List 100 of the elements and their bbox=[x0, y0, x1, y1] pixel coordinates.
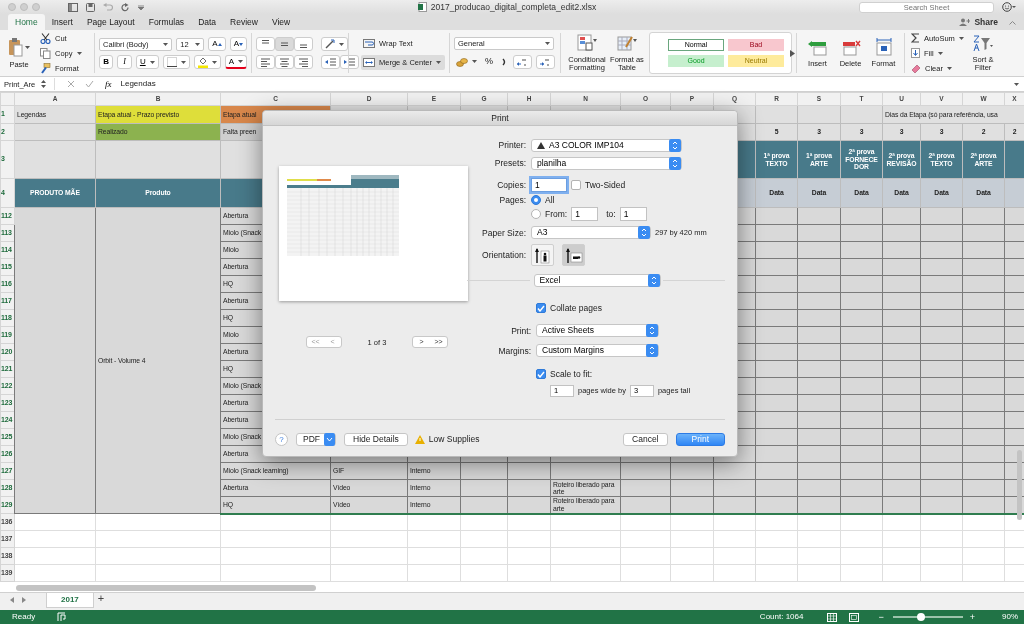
align-bottom-button[interactable] bbox=[294, 37, 313, 51]
pdf-menu-button[interactable]: PDF bbox=[296, 433, 336, 446]
radio-label: From: bbox=[545, 209, 568, 220]
ribbon-tab[interactable]: Data bbox=[191, 14, 224, 30]
fill-color-button[interactable] bbox=[193, 55, 221, 69]
caret-icon[interactable] bbox=[946, 66, 952, 70]
record-macro-icon[interactable] bbox=[57, 612, 67, 622]
redo-icon[interactable] bbox=[121, 2, 130, 12]
copies-field[interactable]: 1 bbox=[531, 178, 567, 192]
low-supplies-text: Low Supplies bbox=[428, 434, 480, 445]
caret-icon[interactable] bbox=[195, 42, 201, 46]
section-dropdown[interactable]: Excel bbox=[533, 274, 661, 288]
checkbox[interactable] bbox=[571, 180, 581, 190]
share-button[interactable]: Share bbox=[956, 15, 1001, 29]
caret-icon[interactable] bbox=[211, 60, 217, 64]
scrollbar-thumb[interactable] bbox=[1017, 450, 1022, 520]
landscape-page-icon bbox=[564, 246, 583, 264]
help-button[interactable]: ? bbox=[275, 433, 288, 446]
coins-icon bbox=[456, 56, 468, 67]
caret-icon[interactable] bbox=[238, 60, 243, 63]
sidebar-icon[interactable] bbox=[68, 2, 78, 12]
ribbon-tab[interactable]: Review bbox=[223, 14, 265, 30]
radio-button[interactable] bbox=[531, 209, 541, 220]
down-caret-icon bbox=[239, 42, 243, 46]
cancel-button[interactable]: Cancel bbox=[623, 433, 668, 446]
add-sheet-button[interactable]: + bbox=[93, 593, 109, 604]
gallery-more-icon[interactable] bbox=[790, 49, 795, 57]
formula-field[interactable]: Legendas bbox=[120, 79, 1014, 89]
ribbon-tab[interactable]: View bbox=[264, 14, 298, 30]
caret-icon[interactable] bbox=[149, 60, 155, 64]
check-icon[interactable] bbox=[85, 80, 94, 88]
sigma-icon bbox=[911, 33, 920, 43]
ribbon-tab[interactable]: Home bbox=[8, 14, 45, 30]
ribbon-tab[interactable]: Page Layout bbox=[79, 14, 142, 30]
font-color-button[interactable]: A bbox=[224, 55, 247, 69]
caret-icon[interactable] bbox=[937, 51, 943, 55]
radio-button[interactable] bbox=[531, 195, 541, 206]
zoom-slider-handle[interactable] bbox=[916, 613, 925, 621]
hide-details-button[interactable]: Hide Details bbox=[344, 433, 408, 446]
page-layout-view-icon[interactable] bbox=[849, 612, 860, 622]
zoom-out-button[interactable]: − bbox=[875, 612, 887, 622]
checkbox-label: Two-Sided bbox=[585, 179, 626, 191]
ribbon-tab[interactable]: Formulas bbox=[141, 14, 192, 30]
increase-decimal-icon bbox=[517, 56, 528, 67]
caret-icon[interactable] bbox=[163, 42, 169, 46]
conditional-formatting-icon bbox=[577, 33, 597, 52]
margins-dropdown[interactable]: Custom Margins bbox=[536, 344, 659, 358]
landscape-orientation-button[interactable] bbox=[562, 244, 585, 267]
paste-icon bbox=[8, 36, 30, 57]
stepper-icon bbox=[669, 139, 681, 152]
sheet-tab[interactable]: 2017 bbox=[46, 593, 94, 608]
from-page-field[interactable]: 1 bbox=[571, 207, 599, 222]
bold-button[interactable]: B bbox=[99, 55, 114, 69]
presets-dropdown[interactable]: planilha bbox=[531, 157, 682, 170]
align-top-button[interactable] bbox=[256, 37, 275, 51]
decrease-font-size-button[interactable]: A bbox=[229, 37, 247, 51]
align-center-button[interactable] bbox=[275, 55, 294, 69]
percent-button[interactable]: % bbox=[483, 54, 495, 69]
caret-icon[interactable] bbox=[76, 51, 82, 55]
italic-button[interactable]: I bbox=[117, 55, 132, 69]
align-left-icon bbox=[260, 57, 271, 67]
caret-icon[interactable] bbox=[339, 42, 344, 46]
caret-icon[interactable] bbox=[958, 36, 964, 40]
portrait-orientation-button[interactable] bbox=[531, 244, 554, 267]
up-caret-icon bbox=[217, 42, 222, 46]
checkbox[interactable] bbox=[536, 369, 546, 380]
align-right-button[interactable] bbox=[294, 55, 313, 69]
radio-label: All bbox=[545, 195, 555, 206]
underline-button[interactable]: U bbox=[135, 55, 159, 69]
field-label: Paper Size: bbox=[481, 227, 527, 238]
stepper-icon bbox=[638, 226, 650, 240]
caret-icon[interactable] bbox=[180, 60, 186, 64]
table-brush-icon bbox=[617, 33, 637, 52]
text-orientation-button[interactable] bbox=[321, 37, 348, 51]
caret-icon[interactable] bbox=[435, 61, 441, 64]
insert-function-button[interactable]: fx bbox=[102, 78, 115, 90]
checkbox[interactable] bbox=[536, 303, 546, 314]
caret-icon[interactable] bbox=[545, 42, 550, 45]
align-middle-button[interactable] bbox=[275, 37, 294, 51]
increase-font-size-button[interactable]: A bbox=[208, 37, 226, 51]
borders-button[interactable] bbox=[162, 55, 190, 69]
to-page-field[interactable]: 1 bbox=[619, 207, 647, 222]
print-scope-dropdown[interactable]: Active Sheets bbox=[536, 324, 659, 338]
normal-view-icon[interactable] bbox=[827, 612, 838, 622]
scrollbar-thumb[interactable] bbox=[16, 585, 316, 591]
cell-size-icon bbox=[873, 37, 894, 56]
paper-size-dropdown[interactable]: A3 bbox=[531, 226, 651, 240]
smiley-icon[interactable] bbox=[1002, 2, 1016, 12]
customize-toolbar-icon[interactable] bbox=[138, 4, 144, 10]
field-label: Copies: bbox=[496, 179, 527, 191]
stepper-icon bbox=[41, 80, 46, 88]
save-icon[interactable] bbox=[86, 2, 95, 12]
ribbon-tab[interactable]: Insert bbox=[44, 14, 80, 30]
collapse-ribbon-icon[interactable] bbox=[1009, 19, 1016, 25]
align-left-button[interactable] bbox=[256, 55, 275, 69]
caret-icon[interactable] bbox=[472, 60, 477, 63]
expand-formula-icon[interactable] bbox=[1014, 82, 1019, 86]
field-label: Printer: bbox=[497, 140, 527, 151]
printer-dropdown[interactable]: A3 COLOR IMP104 bbox=[531, 139, 682, 152]
zoom-in-button[interactable]: + bbox=[966, 612, 978, 622]
